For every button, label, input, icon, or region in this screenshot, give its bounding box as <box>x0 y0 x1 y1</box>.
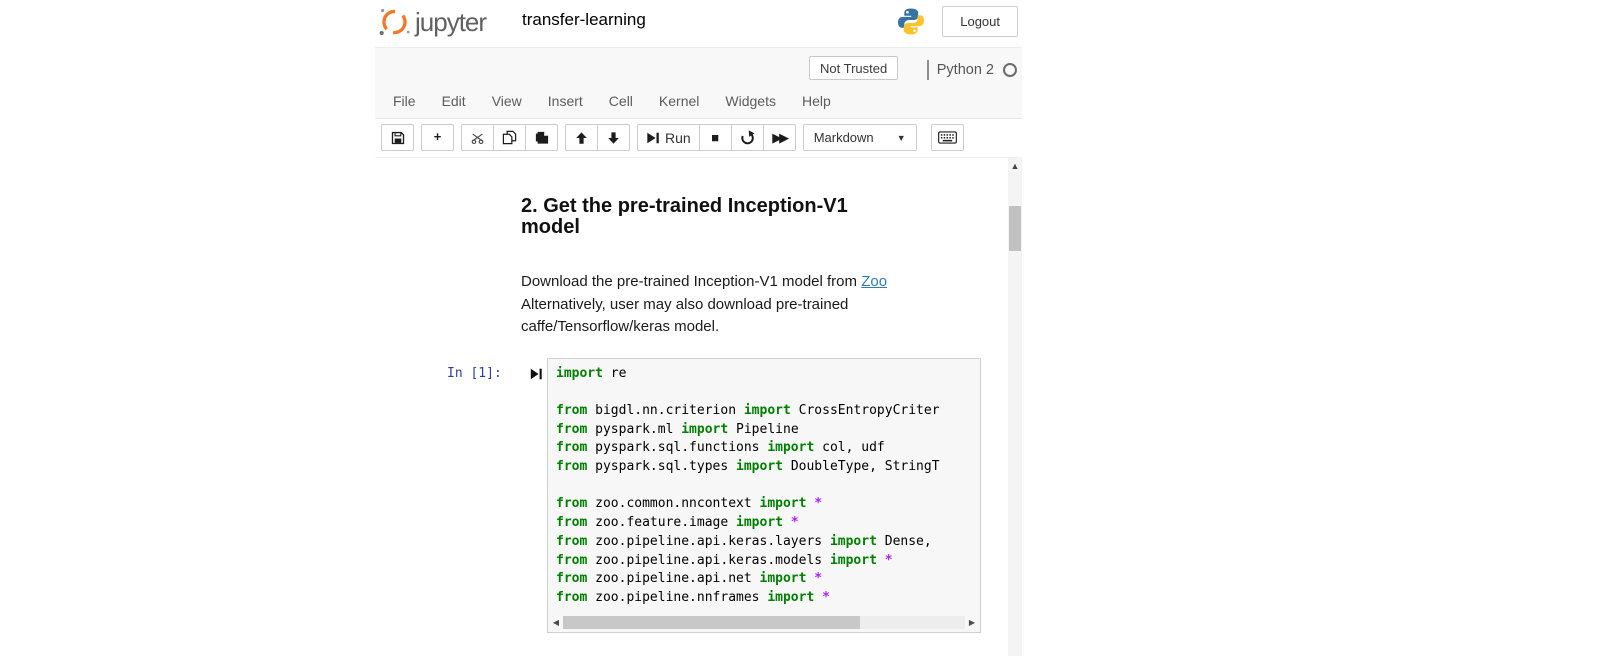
caret-down-icon: ▼ <box>897 133 906 143</box>
run-button[interactable]: Run <box>637 124 700 151</box>
code-line: from pyspark.ml import Pipeline <box>556 421 972 440</box>
menu-widgets[interactable]: Widgets <box>712 88 789 114</box>
kernel-idle-indicator-icon <box>1003 63 1017 77</box>
not-trusted-button[interactable]: Not Trusted <box>809 56 898 80</box>
copy-icon <box>502 130 517 145</box>
menu-help[interactable]: Help <box>789 88 844 114</box>
cut-cell-button[interactable] <box>461 124 494 151</box>
logout-button[interactable]: Logout <box>942 6 1018 37</box>
run-button-label: Run <box>665 130 691 146</box>
run-group: Run ■ ▶▶ <box>637 124 796 151</box>
move-down-icon <box>607 131 620 145</box>
code-editor[interactable]: import re from bigdl.nn.criterion import… <box>547 358 981 633</box>
insert-group: + <box>421 124 454 151</box>
save-group <box>381 124 414 151</box>
menu-edit[interactable]: Edit <box>429 88 479 114</box>
v-scrollbar-thumb[interactable] <box>1009 206 1021 251</box>
kernel-name: Python 2 <box>937 62 994 78</box>
scroll-right-icon[interactable]: ▶ <box>967 618 977 627</box>
menu-view[interactable]: View <box>479 88 535 114</box>
code-line <box>556 383 972 402</box>
code-line: from zoo.pipeline.nnframes import * <box>556 589 972 608</box>
zoo-link[interactable]: Zoo <box>861 273 887 290</box>
markdown-paragraph: Download the pre-trained Inception-V1 mo… <box>521 271 911 339</box>
markdown-cell[interactable]: 2. Get the pre-trained Inception-V1 mode… <box>521 196 911 339</box>
jupyter-planet-icon <box>378 4 411 40</box>
code-line: from zoo.pipeline.api.keras.models impor… <box>556 552 972 571</box>
menu-cell[interactable]: Cell <box>596 88 646 114</box>
move-cell-up-button[interactable] <box>565 124 598 151</box>
input-prompt: In [1]: <box>447 366 502 633</box>
cells-container: 2. Get the pre-trained Inception-V1 mode… <box>375 158 1008 633</box>
python-logo-icon <box>897 7 925 36</box>
kernel-separator <box>927 60 929 80</box>
cut-icon <box>470 131 485 145</box>
jupyter-logo[interactable]: jupyter <box>378 4 486 40</box>
jupyter-app: jupyter transfer-learning Logout Not Tru… <box>375 0 1022 656</box>
menu-kernel[interactable]: Kernel <box>646 88 712 114</box>
code-horizontal-scrollbar: ◀ ▶ <box>551 615 977 630</box>
menubar: File Edit View Insert Cell Kernel Widget… <box>380 88 844 114</box>
markdown-heading: 2. Get the pre-trained Inception-V1 mode… <box>521 196 911 238</box>
clipboard-group <box>461 124 558 151</box>
kernel-status-area: Python 2 <box>927 60 1017 80</box>
jupyter-logo-text: jupyter <box>415 7 486 38</box>
code-line: from pyspark.sql.functions import col, u… <box>556 439 972 458</box>
palette-group <box>931 124 964 151</box>
add-cell-icon: + <box>434 130 442 143</box>
app-header: jupyter transfer-learning Logout <box>375 0 1022 46</box>
code-line: import re <box>556 365 972 384</box>
cell-type-value: Markdown <box>814 130 897 145</box>
code-line <box>556 477 972 496</box>
notebook-title[interactable]: transfer-learning <box>522 10 646 30</box>
menu-file[interactable]: File <box>380 88 429 114</box>
code-line: from zoo.pipeline.api.net import * <box>556 570 972 589</box>
command-palette-button[interactable] <box>931 124 964 151</box>
menu-insert[interactable]: Insert <box>535 88 596 114</box>
copy-cell-button[interactable] <box>493 124 526 151</box>
restart-icon <box>740 130 755 145</box>
scroll-up-icon[interactable]: ▲ <box>1008 161 1022 171</box>
keyboard-icon <box>938 131 957 144</box>
notebook-area: 2. Get the pre-trained Inception-V1 mode… <box>375 158 1022 656</box>
h-scrollbar-thumb[interactable] <box>563 616 860 629</box>
run-icon <box>646 131 660 145</box>
interrupt-kernel-button[interactable]: ■ <box>699 124 732 151</box>
move-up-icon <box>575 131 588 145</box>
step-forward-icon <box>530 367 543 633</box>
add-cell-button[interactable]: + <box>421 124 454 151</box>
paste-cell-button[interactable] <box>525 124 558 151</box>
prompt-column: In [1]: <box>440 358 547 633</box>
restart-run-all-button[interactable]: ▶▶ <box>763 124 796 151</box>
paragraph-text-after: Alternatively, user may also download pr… <box>521 296 848 336</box>
restart-kernel-button[interactable] <box>731 124 764 151</box>
code-line: from pyspark.sql.types import DoubleType… <box>556 458 972 477</box>
move-cell-down-button[interactable] <box>597 124 630 151</box>
code-line: from zoo.pipeline.api.keras.layers impor… <box>556 533 972 552</box>
paragraph-text: Download the pre-trained Inception-V1 mo… <box>521 273 861 290</box>
scroll-left-icon[interactable]: ◀ <box>551 618 561 627</box>
save-icon <box>391 131 405 145</box>
stop-icon: ■ <box>711 131 719 144</box>
toolbar: + <box>375 120 1022 158</box>
move-group <box>565 124 630 151</box>
code-cell: In [1]: import re from bigdl.nn.criterio… <box>440 358 1008 633</box>
code-lines: import re from bigdl.nn.criterion import… <box>556 365 972 608</box>
code-line: from bigdl.nn.criterion import CrossEntr… <box>556 402 972 421</box>
code-line: from zoo.feature.image import * <box>556 514 972 533</box>
fast-forward-icon: ▶▶ <box>772 131 786 144</box>
code-line: from zoo.common.nncontext import * <box>556 495 972 514</box>
h-scrollbar-track[interactable] <box>563 616 965 629</box>
save-button[interactable] <box>381 124 414 151</box>
page-vertical-scrollbar: ▲ <box>1008 158 1022 656</box>
menu-band: Not Trusted Python 2 File Edit View Inse… <box>375 47 1022 119</box>
paste-icon <box>535 130 549 145</box>
cell-type-dropdown[interactable]: Markdown ▼ <box>803 124 917 151</box>
